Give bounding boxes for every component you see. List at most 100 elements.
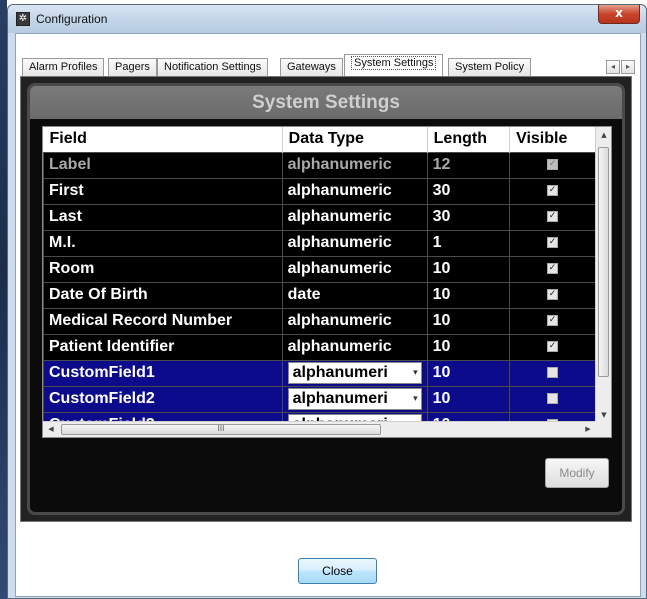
window-close-button[interactable]: x xyxy=(598,5,640,24)
horizontal-scrollbar[interactable]: ◀ III ▶ xyxy=(43,421,596,437)
visible-cell: ✓ xyxy=(509,255,596,283)
visible-cell: ✓ xyxy=(509,177,596,205)
tab-system-policy[interactable]: System Policy xyxy=(448,58,532,76)
length-cell[interactable]: 30 xyxy=(426,177,511,205)
column-header-visible[interactable]: Visible xyxy=(509,127,596,152)
chevron-down-icon[interactable]: ▾ xyxy=(413,389,418,409)
data-type-cell[interactable]: alphanumeric xyxy=(281,307,428,335)
tab-label: System Policy xyxy=(455,61,525,73)
tab-system-settings[interactable]: System Settings xyxy=(344,54,444,76)
table-row[interactable]: Medical Record Number alphanumeric 10 ✓ xyxy=(43,307,596,335)
scroll-right-icon[interactable]: ▶ xyxy=(580,422,596,437)
data-type-dropdown[interactable]: alphanumeri ▾ xyxy=(287,362,422,384)
tab-label: Pagers xyxy=(115,61,150,73)
tab-label: System Settings xyxy=(351,56,437,70)
length-cell[interactable]: 1 xyxy=(426,229,511,257)
visible-cell: ✓ xyxy=(509,307,596,335)
column-header-data-type[interactable]: Data Type xyxy=(282,127,428,152)
data-type-cell[interactable]: alphanumeric xyxy=(281,255,428,283)
modify-button[interactable]: Modify xyxy=(545,458,609,488)
tab-scroll-left-button[interactable]: ◂ xyxy=(606,60,620,74)
field-name-cell[interactable]: CustomField2 xyxy=(43,385,283,413)
visible-cell xyxy=(509,385,596,413)
length-cell[interactable]: 10 xyxy=(426,281,511,309)
scroll-left-icon[interactable]: ◀ xyxy=(43,422,59,437)
tab-alarm-profiles[interactable]: Alarm Profiles xyxy=(22,58,105,76)
visible-checkbox[interactable]: ✓ xyxy=(547,341,559,353)
field-name-cell[interactable]: Room xyxy=(43,255,283,283)
chevron-down-icon[interactable]: ▾ xyxy=(413,363,418,383)
visible-cell: ✓ xyxy=(509,151,596,179)
visible-checkbox[interactable] xyxy=(547,393,559,405)
data-type-cell[interactable]: alphanumeric xyxy=(281,177,428,205)
table-row[interactable]: CustomField2 alphanumeri ▾ 10 xyxy=(43,385,596,413)
field-name-cell[interactable]: Last xyxy=(43,203,283,231)
data-type-cell[interactable]: alphanumeric xyxy=(281,229,428,257)
length-cell[interactable]: 10 xyxy=(426,333,511,361)
length-cell[interactable]: 12 xyxy=(426,151,511,179)
field-name-cell[interactable]: CustomField1 xyxy=(43,359,283,387)
visible-checkbox[interactable]: ✓ xyxy=(547,185,559,197)
data-type-cell[interactable]: alphanumeric xyxy=(281,333,428,361)
tab-notification-settings[interactable]: Notification Settings xyxy=(157,58,269,76)
data-type-cell[interactable]: date xyxy=(281,281,428,309)
fields-table: Field Data Type Length Visible Label alph… xyxy=(43,127,596,423)
visible-checkbox[interactable]: ✓ xyxy=(547,289,559,301)
length-cell[interactable]: 10 xyxy=(426,307,511,335)
field-name-cell[interactable]: Patient Identifier xyxy=(43,333,283,361)
scrollbar-corner xyxy=(595,421,611,437)
tab-pagers[interactable]: Pagers xyxy=(108,58,157,76)
table-row[interactable]: Room alphanumeric 10 ✓ xyxy=(43,255,596,283)
header-row: Field Data Type Length Visible xyxy=(43,127,596,152)
visible-cell: ✓ xyxy=(509,281,596,309)
window-title: Configuration xyxy=(36,12,108,26)
table-row[interactable]: First alphanumeric 30 ✓ xyxy=(43,177,596,205)
visible-cell: ✓ xyxy=(509,333,596,361)
field-name-cell[interactable]: Medical Record Number xyxy=(43,307,283,335)
horizontal-scroll-thumb[interactable]: III xyxy=(61,424,381,435)
column-header-field[interactable]: Field xyxy=(43,127,283,152)
tab-gateways[interactable]: Gateways xyxy=(280,58,343,76)
table-row[interactable]: Date Of Birth date 10 ✓ xyxy=(43,281,596,309)
column-header-length[interactable]: Length xyxy=(427,127,511,152)
visible-checkbox[interactable]: ✓ xyxy=(547,315,559,327)
field-name-cell[interactable]: M.I. xyxy=(43,229,283,257)
table-row[interactable]: CustomField1 alphanumeri ▾ 10 xyxy=(43,359,596,387)
visible-cell: ✓ xyxy=(509,229,596,257)
field-name-cell[interactable]: First xyxy=(43,177,283,205)
close-button[interactable]: Close xyxy=(298,558,377,584)
data-type-cell[interactable]: alphanumeric xyxy=(281,203,428,231)
visible-checkbox[interactable]: ✓ xyxy=(547,211,559,223)
grid-viewport: Field Data Type Length Visible Label alph… xyxy=(43,127,596,423)
vertical-scrollbar[interactable]: ▲ ▼ xyxy=(595,127,611,423)
visible-cell: ✓ xyxy=(509,203,596,231)
tab-label: Gateways xyxy=(287,61,336,73)
data-type-dropdown[interactable]: alphanumeri ▾ xyxy=(287,388,422,410)
tab-label: Notification Settings xyxy=(164,61,262,73)
title-bar[interactable]: ✲ Configuration x xyxy=(8,5,646,33)
tab-scroll-right-button[interactable]: ▸ xyxy=(621,60,635,74)
length-cell[interactable]: 30 xyxy=(426,203,511,231)
visible-checkbox[interactable] xyxy=(547,367,559,379)
field-name-cell[interactable]: Label xyxy=(43,151,283,179)
table-row[interactable]: Last alphanumeric 30 ✓ xyxy=(43,203,596,231)
dropdown-value: alphanumeri xyxy=(292,390,388,407)
data-type-cell[interactable]: alphanumeri ▾ xyxy=(281,385,428,413)
length-cell[interactable]: 10 xyxy=(426,359,511,387)
tab-label: Alarm Profiles xyxy=(29,61,98,73)
length-cell[interactable]: 10 xyxy=(426,385,511,413)
table-row[interactable]: M.I. alphanumeric 1 ✓ xyxy=(43,229,596,257)
tab-strip: Alarm Profiles Pagers Notification Setti… xyxy=(16,54,640,76)
table-row[interactable]: Label alphanumeric 12 ✓ xyxy=(43,151,596,179)
vertical-scroll-thumb[interactable] xyxy=(598,147,609,377)
length-cell[interactable]: 10 xyxy=(426,255,511,283)
table-row[interactable]: Patient Identifier alphanumeric 10 ✓ xyxy=(43,333,596,361)
field-name-cell[interactable]: Date Of Birth xyxy=(43,281,283,309)
system-settings-panel: System Settings Field Data Type Length V… xyxy=(20,76,632,522)
configuration-window: ✲ Configuration x Alarm Profiles Pagers … xyxy=(7,4,647,599)
visible-checkbox[interactable]: ✓ xyxy=(547,237,559,249)
visible-checkbox[interactable]: ✓ xyxy=(547,263,559,275)
data-type-cell[interactable]: alphanumeri ▾ xyxy=(281,359,428,387)
scroll-up-icon[interactable]: ▲ xyxy=(596,127,611,143)
data-type-cell[interactable]: alphanumeric xyxy=(281,151,428,179)
